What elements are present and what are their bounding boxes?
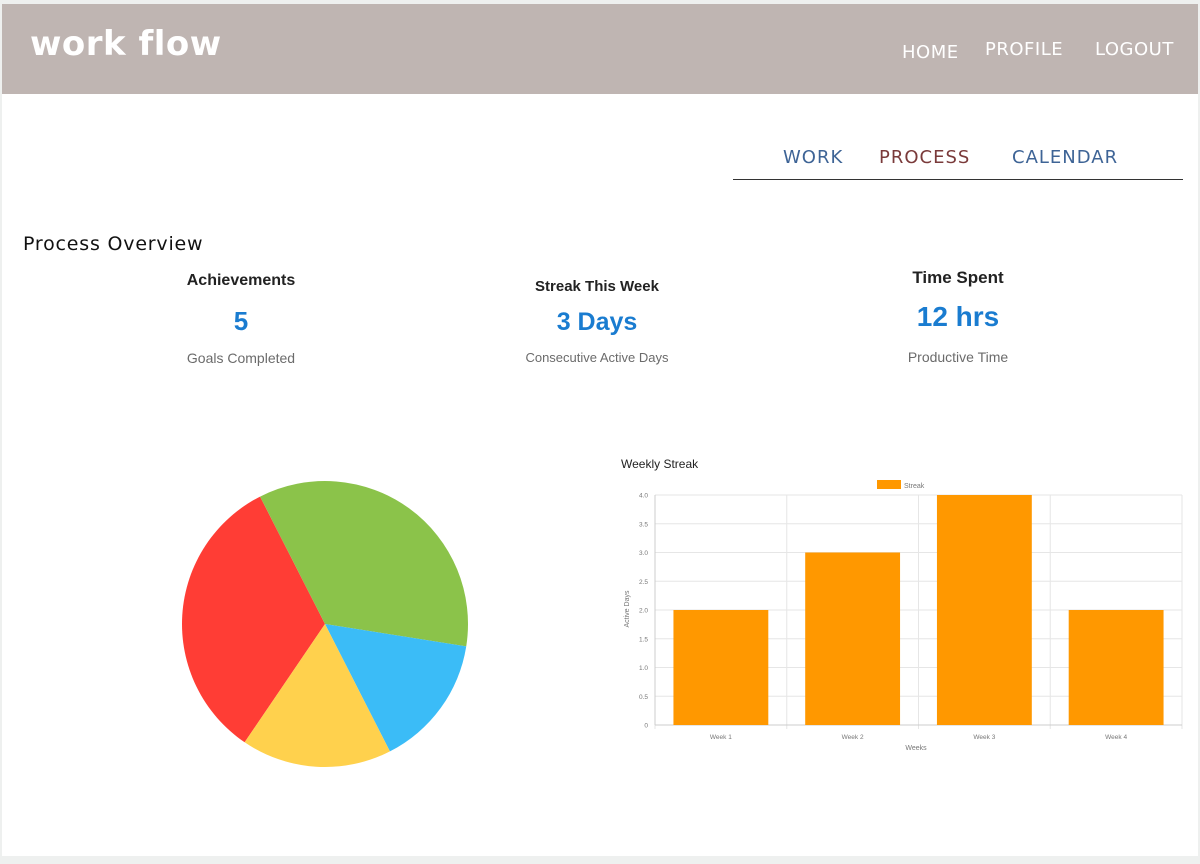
stat-label: Consecutive Active Days [525, 350, 669, 365]
bar[interactable] [936, 495, 1032, 725]
y-tick-label: 1.5 [639, 636, 648, 643]
nav-home-link[interactable]: HOME [902, 42, 959, 63]
tab-process[interactable]: PROCESS [879, 147, 970, 168]
stat-value: 5 [233, 306, 249, 336]
tab-work[interactable]: WORK [783, 147, 843, 168]
pie-chart [178, 477, 472, 771]
y-tick-label: 1.0 [639, 665, 648, 672]
y-tick-label: 0.5 [639, 694, 648, 701]
tab-divider [733, 179, 1183, 180]
y-tick-label: 3.0 [639, 550, 648, 557]
bar[interactable] [1068, 610, 1164, 725]
stat-value: 3 Days [556, 308, 638, 336]
page: work flow HOME PROFILE LOGOUT WORK PROCE… [2, 4, 1198, 856]
stat-title: Achievements [186, 272, 296, 289]
x-tick-label: Week 3 [973, 734, 995, 741]
stat-title: Time Spent [912, 268, 1004, 287]
x-axis-label: Weeks [905, 745, 927, 752]
app-logo[interactable]: work flow [30, 24, 222, 64]
bar-chart-svg: Weekly Streak Streak Active Days Weeks 0… [621, 457, 1183, 752]
legend-swatch[interactable] [877, 480, 901, 489]
weekly-streak-chart: Weekly Streak Streak Active Days Weeks 0… [602, 449, 1192, 759]
y-axis-label: Active Days [624, 590, 631, 627]
bar[interactable] [805, 552, 901, 726]
x-tick-label: Week 4 [1105, 734, 1127, 741]
stat-title: Streak This Week [535, 278, 659, 295]
bar[interactable] [673, 610, 769, 725]
y-tick-label: 2.0 [639, 608, 648, 615]
y-tick-label: 4.0 [639, 493, 648, 500]
y-tick-label: 3.5 [639, 521, 648, 528]
pie-chart-svg [181, 481, 468, 767]
x-tick-label: Week 2 [842, 734, 864, 741]
nav-profile-link[interactable]: PROFILE [985, 39, 1063, 60]
header-bar: work flow HOME PROFILE LOGOUT [2, 4, 1198, 94]
stat-achievements: Achievements 5 Goals Completed [91, 272, 391, 366]
stat-value: 12 hrs [916, 301, 1000, 332]
section-title: Process Overview [23, 233, 204, 255]
legend-label[interactable]: Streak [904, 483, 925, 490]
stat-label: Productive Time [907, 349, 1009, 365]
stat-streak: Streak This Week 3 Days Consecutive Acti… [447, 278, 747, 365]
y-tick-label: 2.5 [639, 579, 648, 586]
tab-calendar[interactable]: CALENDAR [1012, 147, 1118, 168]
x-tick-label: Week 1 [710, 734, 732, 741]
stat-time-spent: Time Spent 12 hrs Productive Time [808, 268, 1108, 365]
stat-label: Goals Completed [186, 350, 296, 366]
nav-logout-link[interactable]: LOGOUT [1095, 39, 1174, 60]
y-tick-label: 0 [644, 723, 648, 730]
chart-title: Weekly Streak [621, 457, 699, 471]
